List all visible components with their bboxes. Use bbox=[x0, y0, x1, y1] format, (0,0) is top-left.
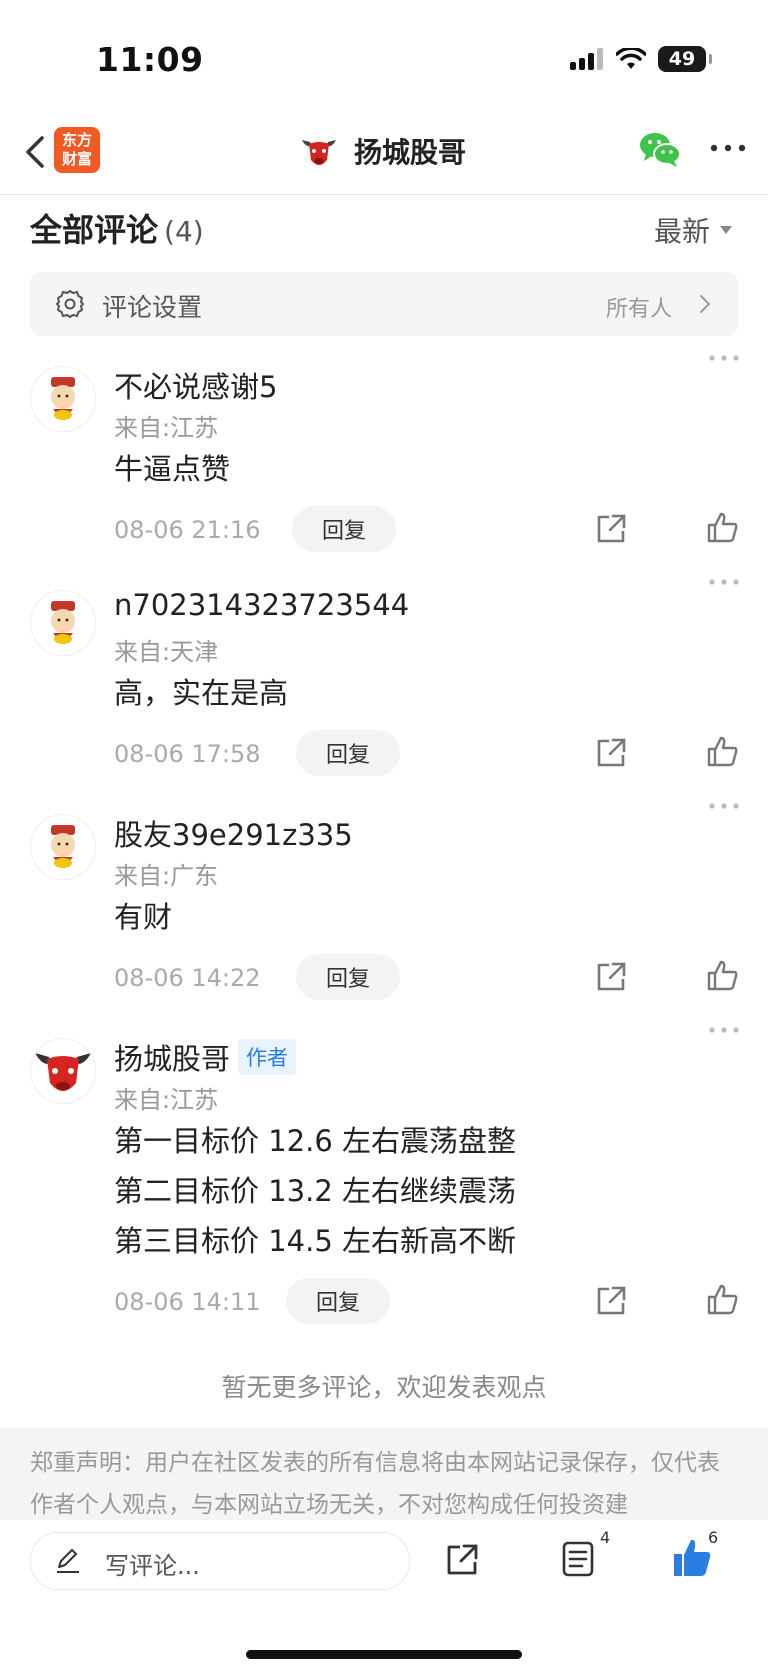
share-icon[interactable] bbox=[594, 1284, 628, 1318]
reply-button[interactable]: 回复 bbox=[292, 506, 396, 552]
avatar[interactable] bbox=[30, 590, 96, 656]
comment-line: 第一目标价 12.6 左右震荡盘整 bbox=[114, 1124, 517, 1158]
username[interactable]: n702314323723544 bbox=[114, 588, 409, 622]
share-icon[interactable] bbox=[594, 960, 628, 994]
location: 来自:江苏 bbox=[114, 414, 219, 442]
thumbs-up-icon[interactable] bbox=[706, 1282, 740, 1316]
comment-settings-label: 评论设置 bbox=[102, 293, 203, 322]
sort-dropdown[interactable]: 最新 bbox=[654, 210, 732, 250]
reply-button[interactable]: 回复 bbox=[286, 1278, 390, 1324]
wechat-share-icon[interactable] bbox=[638, 130, 682, 170]
status-time: 11:09 bbox=[96, 40, 204, 79]
thumbs-up-filled-icon[interactable] bbox=[672, 1536, 712, 1578]
username-text: 股友39e291z335 bbox=[114, 818, 353, 852]
wifi-icon bbox=[616, 48, 646, 69]
comment-time: 08-06 14:22 bbox=[114, 964, 261, 992]
comment-text: 第一目标价 12.6 左右震荡盘整 第二目标价 13.2 左右继续震荡 第三目标… bbox=[114, 1116, 516, 1266]
no-more-comments: 暂无更多评论，欢迎发表观点 bbox=[221, 1373, 547, 1402]
comment-line: 高，实在是高 bbox=[114, 676, 289, 710]
comment-time: 08-06 21:16 bbox=[114, 516, 261, 544]
comments-count-badge: 4 bbox=[600, 1528, 611, 1547]
comment-more-icon[interactable] bbox=[708, 354, 740, 362]
nav-title: 扬城股哥 bbox=[354, 136, 467, 169]
nav-title-group[interactable]: 扬城股哥 bbox=[298, 130, 466, 172]
disclaimer-text: 郑重声明：用户在社区发表的所有信息将由本网站记录保存，仅代表作者个人观点，与本网… bbox=[30, 1450, 720, 1518]
comment-more-icon[interactable] bbox=[708, 578, 740, 586]
signal-icon bbox=[570, 48, 603, 70]
avatar[interactable] bbox=[30, 814, 96, 880]
comment-input-placeholder: 写评论... bbox=[105, 1552, 200, 1580]
comment-text: 高，实在是高 bbox=[114, 668, 288, 718]
reply-button[interactable]: 回复 bbox=[296, 730, 400, 776]
share-icon[interactable] bbox=[594, 736, 628, 770]
reply-button[interactable]: 回复 bbox=[296, 954, 400, 1000]
location: 来自:广东 bbox=[114, 862, 219, 890]
gear-icon bbox=[56, 290, 84, 318]
comments-count: (4) bbox=[164, 215, 204, 248]
comments-list-icon[interactable] bbox=[560, 1540, 596, 1578]
like-count-badge: 6 bbox=[708, 1528, 719, 1547]
sort-label: 最新 bbox=[653, 215, 710, 248]
username[interactable]: 股友39e291z335 bbox=[114, 812, 353, 854]
thumbs-up-icon[interactable] bbox=[706, 958, 740, 992]
author-badge: 作者 bbox=[238, 1039, 297, 1075]
username[interactable]: 不必说感谢5 bbox=[114, 364, 277, 406]
comment-settings-value: 所有人 bbox=[605, 297, 672, 322]
comments-header: 全部评论 (4) bbox=[30, 205, 204, 251]
comment-settings-row[interactable]: 评论设置 所有人 bbox=[30, 272, 738, 336]
username[interactable]: 扬城股哥 作者 bbox=[114, 1036, 297, 1078]
comment-text: 牛逼点赞 bbox=[114, 444, 230, 494]
bull-avatar-icon bbox=[298, 130, 340, 172]
thumbs-up-icon[interactable] bbox=[706, 510, 740, 544]
comment-line: 有财 bbox=[114, 900, 173, 934]
thumbs-up-icon[interactable] bbox=[706, 734, 740, 768]
comment-text: 有财 bbox=[114, 892, 172, 942]
location: 来自:天津 bbox=[114, 638, 219, 666]
nav-bar: 东方 财富 扬城股哥 bbox=[0, 108, 768, 195]
comment-line: 第二目标价 13.2 左右继续震荡 bbox=[114, 1174, 517, 1208]
comment-line: 第三目标价 14.5 左右新高不断 bbox=[114, 1224, 517, 1258]
comment-time: 08-06 17:58 bbox=[114, 740, 261, 768]
disclaimer-panel: 郑重声明：用户在社区发表的所有信息将由本网站记录保存，仅代表作者个人观点，与本网… bbox=[0, 1428, 768, 1520]
home-indicator bbox=[246, 1650, 522, 1659]
back-icon[interactable] bbox=[14, 130, 58, 174]
username-text: n702314323723544 bbox=[114, 588, 410, 622]
chevron-right-icon bbox=[700, 295, 711, 313]
comments-title: 全部评论 bbox=[30, 211, 159, 249]
comment-time: 08-06 14:11 bbox=[114, 1288, 261, 1316]
status-icons: 49 bbox=[570, 46, 712, 72]
battery-icon: 49 bbox=[658, 46, 712, 72]
avatar[interactable] bbox=[30, 366, 96, 432]
battery-level: 49 bbox=[668, 48, 696, 70]
avatar[interactable] bbox=[30, 1038, 96, 1104]
username-text: 扬城股哥 bbox=[114, 1042, 231, 1076]
app-logo[interactable]: 东方 财富 bbox=[54, 127, 100, 173]
app-logo-line1: 东方 bbox=[61, 131, 92, 149]
share-icon[interactable] bbox=[444, 1542, 480, 1578]
caret-down-icon bbox=[720, 226, 732, 234]
location: 来自:江苏 bbox=[114, 1086, 219, 1114]
comment-more-icon[interactable] bbox=[708, 802, 740, 810]
pencil-icon bbox=[57, 1549, 79, 1573]
comment-more-icon[interactable] bbox=[708, 1026, 740, 1034]
comment-input[interactable]: 写评论... bbox=[30, 1532, 410, 1590]
bottom-bar: 写评论... 4 6 bbox=[0, 1520, 768, 1670]
username-text: 不必说感谢5 bbox=[114, 370, 278, 404]
more-icon[interactable] bbox=[708, 136, 748, 160]
app-logo-line2: 财富 bbox=[61, 150, 92, 168]
share-icon[interactable] bbox=[594, 512, 628, 546]
comment-line: 牛逼点赞 bbox=[114, 452, 231, 486]
